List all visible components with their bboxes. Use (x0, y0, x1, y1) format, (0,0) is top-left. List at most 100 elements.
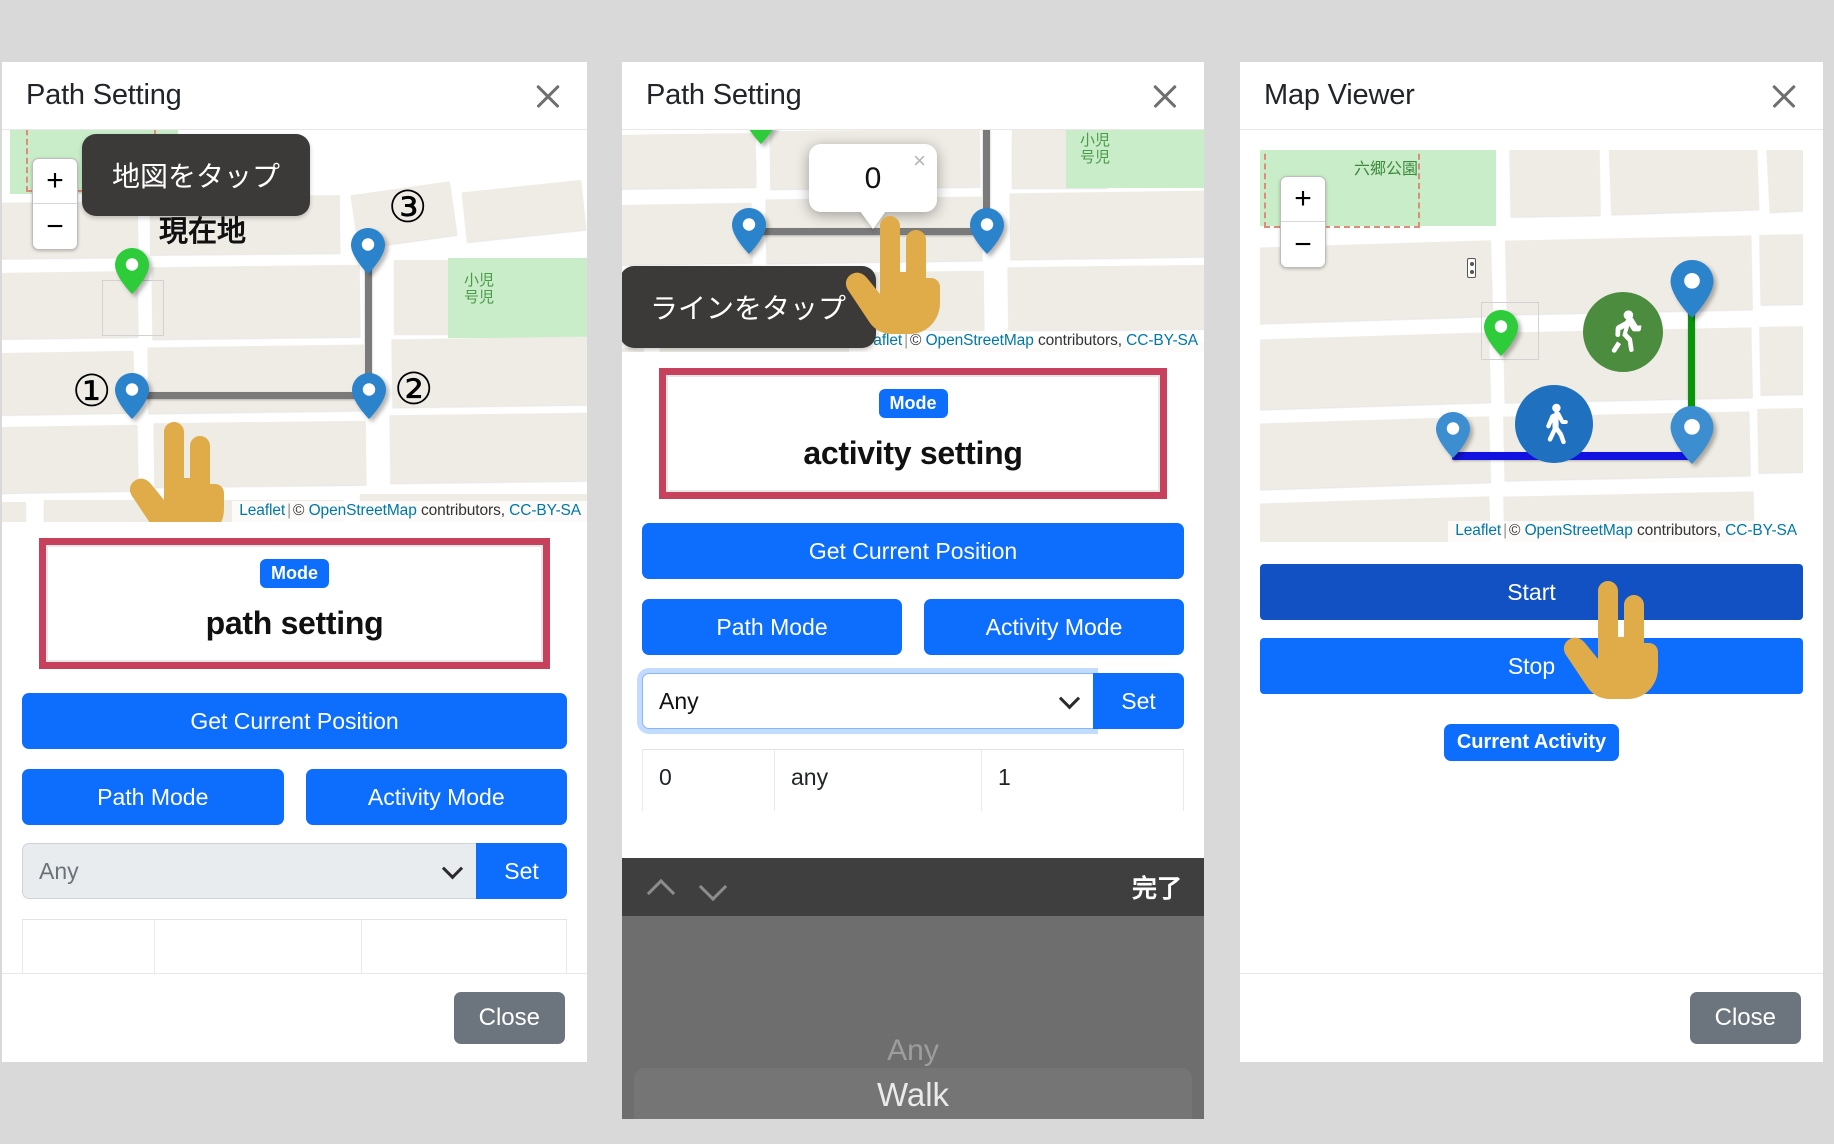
panel-3-title: Map Viewer (1264, 79, 1415, 111)
license-link[interactable]: CC-BY-SA (1126, 332, 1198, 349)
map-pin-current[interactable] (744, 130, 778, 144)
activity-mode-button[interactable]: Activity Mode (924, 599, 1184, 655)
panel-1-header: Path Setting (2, 62, 587, 130)
zoom-in-button[interactable]: + (33, 159, 77, 204)
traffic-signal-icon (1467, 258, 1476, 278)
map-pin-2[interactable] (352, 373, 386, 419)
map-pin-2[interactable] (970, 208, 1004, 254)
map-pin-left[interactable] (1436, 412, 1470, 458)
screenshot-root: Path Setting + − 小児 号児 現在地 ① ② ③ 地図をタップ … (0, 0, 1834, 1144)
route-segment-horizontal[interactable] (746, 228, 990, 235)
leaflet-link[interactable]: Leaflet (1455, 522, 1501, 539)
map-pin-top[interactable] (1670, 260, 1714, 318)
osm-link[interactable]: OpenStreetMap (926, 332, 1034, 349)
map-order-label-3: ③ (388, 182, 428, 233)
get-current-position-button[interactable]: Get Current Position (642, 523, 1184, 579)
map-pin-current[interactable] (115, 248, 149, 294)
map-green-area-label: 小児 号児 (1080, 131, 1111, 167)
activity-table: 0 any 1 (642, 749, 1184, 811)
map-green-area-label: 小児 号児 (464, 271, 495, 307)
zoom-in-button[interactable]: + (1281, 177, 1325, 222)
chevron-up-icon[interactable] (644, 870, 678, 904)
map-attribution: Leaflet | © OpenStreetMap contributors, CC… (849, 331, 1204, 352)
mode-badge: Mode (878, 389, 948, 418)
picker-wheel[interactable]: Any Walk (622, 916, 1204, 1119)
attribution-contrib: contributors, (1636, 522, 1721, 539)
panel-3-header: Map Viewer (1240, 62, 1823, 130)
run-activity-icon[interactable] (1583, 292, 1663, 372)
table-cell (22, 920, 155, 973)
osm-link[interactable]: OpenStreetMap (309, 502, 417, 519)
table-cell-activity: any (775, 750, 982, 811)
copyright-symbol: © (293, 502, 305, 519)
license-link[interactable]: CC-BY-SA (509, 502, 581, 519)
panel-1-controls: Get Current Position Path Mode Activity … (2, 693, 587, 973)
mode-badge: Mode (260, 559, 329, 588)
line-value-popup: × 0 (809, 144, 937, 212)
set-button[interactable]: Set (1093, 673, 1184, 729)
zoom-out-button[interactable]: − (33, 204, 77, 249)
activity-select[interactable]: Any (22, 843, 476, 899)
popup-value: 0 (864, 162, 882, 195)
path-mode-button[interactable]: Path Mode (22, 769, 284, 825)
panel-3-map[interactable]: 六郷公園 + − Leaflet | © OpenStreetMap contr… (1260, 150, 1803, 542)
popup-close-icon[interactable]: × (913, 150, 926, 172)
chevron-down-icon[interactable] (696, 870, 730, 904)
zoom-control[interactable]: + − (1280, 176, 1326, 268)
panel-2-body: 小児 号児 × 0 ラインをタップ Leaflet | © OpenStreet… (622, 130, 1204, 1119)
panel-1-map[interactable]: + − 小児 号児 現在地 ① ② ③ 地図をタップ Leaflet | © O… (2, 130, 587, 522)
picker-done-button[interactable]: 完了 (1132, 869, 1182, 905)
get-current-position-button[interactable]: Get Current Position (22, 693, 567, 749)
map-pin-3[interactable] (351, 228, 385, 274)
leaflet-link[interactable]: Leaflet (239, 502, 285, 519)
map-pin-1[interactable] (115, 373, 149, 419)
walk-activity-icon[interactable] (1515, 385, 1593, 463)
activity-select-row: Any Set (642, 673, 1184, 729)
panel-3-body: 六郷公園 + − Leaflet | © OpenStreetMap contr… (1240, 130, 1823, 973)
current-activity-badge[interactable]: Current Activity (1443, 724, 1620, 761)
map-attribution: Leaflet | © OpenStreetMap contributors, CC… (1448, 521, 1803, 542)
set-button[interactable]: Set (476, 843, 567, 899)
close-button[interactable]: Close (1689, 992, 1801, 1044)
panel-1-body: + − 小児 号児 現在地 ① ② ③ 地図をタップ Leaflet | © O… (2, 130, 587, 973)
attribution-contrib: contributors, (1037, 332, 1122, 349)
path-mode-button[interactable]: Path Mode (642, 599, 902, 655)
panel-3-footer: Close (1240, 973, 1823, 1062)
close-button[interactable]: Close (453, 992, 565, 1044)
chevron-down-icon (441, 858, 464, 880)
copyright-symbol: © (1509, 522, 1521, 539)
table-cell-index: 0 (642, 750, 775, 811)
path-setting-panel-1: Path Setting + − 小児 号児 現在地 ① ② ③ 地図をタップ … (2, 62, 587, 1062)
mode-value: activity setting (803, 435, 1023, 471)
close-icon[interactable] (531, 79, 565, 113)
route-segment-horizontal[interactable] (132, 392, 372, 399)
close-icon[interactable] (1767, 79, 1801, 113)
map-viewer-panel: Map Viewer 六郷公園 + − Leaflet | © OpenStre… (1240, 62, 1823, 1062)
mode-highlight-box: Mode activity setting (659, 368, 1167, 499)
map-pin-1[interactable] (732, 208, 766, 254)
picker-option-walk[interactable]: Walk (622, 1076, 1204, 1114)
activity-table (22, 919, 567, 973)
table-cell (362, 920, 567, 973)
stop-button[interactable]: Stop (1260, 638, 1803, 694)
copyright-symbol: © (910, 332, 922, 349)
map-pin-current[interactable] (1484, 310, 1518, 356)
mode-value: path setting (205, 605, 384, 641)
map-order-label-2: ② (394, 364, 434, 415)
license-link[interactable]: CC-BY-SA (1725, 522, 1797, 539)
start-button[interactable]: Start (1260, 564, 1803, 620)
close-icon[interactable] (1148, 79, 1182, 113)
picker-option-any[interactable]: Any (622, 1034, 1204, 1068)
activity-select[interactable]: Any (642, 673, 1093, 729)
activity-mode-button[interactable]: Activity Mode (305, 769, 567, 825)
coach-tip-tap-line: ラインをタップ (622, 266, 877, 348)
osm-link[interactable]: OpenStreetMap (1525, 522, 1633, 539)
map-pin-right[interactable] (1670, 406, 1714, 464)
panel-2-map[interactable]: 小児 号児 × 0 ラインをタップ Leaflet | © OpenStreet… (622, 130, 1204, 352)
panel-2-controls: Get Current Position Path Mode Activity … (622, 523, 1204, 811)
panel-2-header: Path Setting (622, 62, 1204, 130)
zoom-control[interactable]: + − (32, 158, 78, 250)
zoom-out-button[interactable]: − (1281, 222, 1325, 267)
activity-select-value: Any (39, 857, 79, 884)
table-cell (155, 920, 362, 973)
